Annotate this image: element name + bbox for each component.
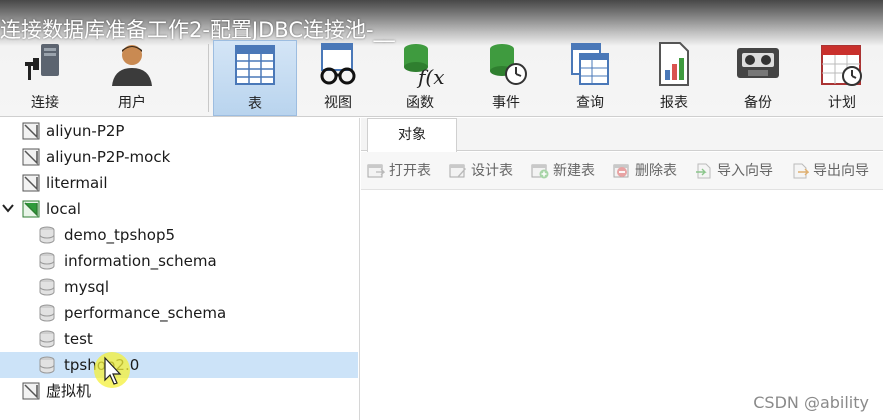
object-panel: 对象 打开表 设计表 新建表 删除表 导入向导 导出向导 xyxy=(361,118,883,420)
export-wizard-button[interactable]: 导出向导 xyxy=(791,160,883,182)
tree-item-aliyun-p2p[interactable]: aliyun-P2P xyxy=(0,118,358,144)
connection-button[interactable]: 连接 xyxy=(14,40,76,116)
table-icon xyxy=(235,45,275,85)
schedule-calendar-icon xyxy=(821,45,862,86)
database-icon xyxy=(39,252,55,270)
object-toolbar: 打开表 设计表 新建表 删除表 导入向导 导出向导 xyxy=(361,152,883,190)
function-button[interactable]: f(x) 函数 xyxy=(388,40,452,116)
tree-item-local[interactable]: local xyxy=(0,196,358,222)
connection-icon xyxy=(22,382,40,400)
main-toolbar: 连接数据库准备工作2-配置JDBC连接池-__ 连接 用户 表 视图 f(x 函… xyxy=(0,0,883,117)
database-icon xyxy=(39,278,55,296)
tree-item-mysql[interactable]: mysql xyxy=(0,274,358,300)
tab-objects[interactable]: 对象 xyxy=(367,118,457,152)
tree-item-tpshop2-selected[interactable]: tpshop2.0 xyxy=(0,352,358,378)
delete-table-icon xyxy=(613,164,629,178)
toolbar-separator xyxy=(208,44,209,112)
open-table-button[interactable]: 打开表 xyxy=(367,160,447,182)
open-table-icon xyxy=(367,164,385,178)
new-table-button[interactable]: 新建表 xyxy=(531,160,611,182)
user-button[interactable]: 用户 xyxy=(100,40,164,116)
connection-plug-icon xyxy=(25,44,59,80)
new-table-icon xyxy=(531,164,549,179)
event-button[interactable]: 事件 xyxy=(474,40,538,116)
design-table-icon xyxy=(449,164,466,178)
database-icon xyxy=(39,330,55,348)
mouse-cursor-icon xyxy=(94,352,130,388)
tree-item-demo-tpshop5[interactable]: demo_tpshop5 xyxy=(0,222,358,248)
connection-icon xyxy=(22,148,40,166)
connection-tree: aliyun-P2P aliyun-P2P-mock litermail loc… xyxy=(0,118,360,420)
database-icon xyxy=(39,356,55,374)
tree-item-aliyun-p2p-mock[interactable]: aliyun-P2P-mock xyxy=(0,144,358,170)
tab-strip: 对象 xyxy=(361,118,883,152)
design-table-button[interactable]: 设计表 xyxy=(449,160,529,182)
database-icon xyxy=(39,304,55,322)
tree-item-performance-schema[interactable]: performance_schema xyxy=(0,300,358,326)
event-clock-icon xyxy=(490,44,527,85)
query-icon xyxy=(571,43,609,85)
report-button[interactable]: 报表 xyxy=(642,40,706,116)
csdn-watermark: CSDN @ability xyxy=(753,393,869,412)
tree-item-vm[interactable]: 虚拟机 xyxy=(0,378,358,404)
function-icon: f(x) xyxy=(404,44,444,88)
view-button[interactable]: 视图 xyxy=(306,40,370,116)
query-button[interactable]: 查询 xyxy=(558,40,622,116)
svg-text:f(x): f(x) xyxy=(416,65,444,88)
database-icon xyxy=(39,226,55,244)
backup-tape-icon xyxy=(737,48,779,78)
export-icon xyxy=(793,163,809,179)
tree-item-information-schema[interactable]: information_schema xyxy=(0,248,358,274)
view-glasses-icon xyxy=(320,43,356,85)
connection-icon xyxy=(22,122,40,140)
backup-button[interactable]: 备份 xyxy=(726,40,790,116)
user-icon xyxy=(112,45,152,86)
active-connection-icon xyxy=(22,200,40,218)
connection-icon xyxy=(22,174,40,192)
report-chart-icon xyxy=(659,42,689,86)
import-wizard-button[interactable]: 导入向导 xyxy=(695,160,787,182)
delete-table-button[interactable]: 删除表 xyxy=(613,160,693,182)
schedule-button[interactable]: 计划 xyxy=(810,40,874,116)
chevron-down-icon[interactable] xyxy=(2,202,14,214)
tree-item-litermail[interactable]: litermail xyxy=(0,170,358,196)
import-icon xyxy=(696,163,711,179)
table-button[interactable]: 表 xyxy=(213,40,297,116)
tree-item-test[interactable]: test xyxy=(0,326,358,352)
